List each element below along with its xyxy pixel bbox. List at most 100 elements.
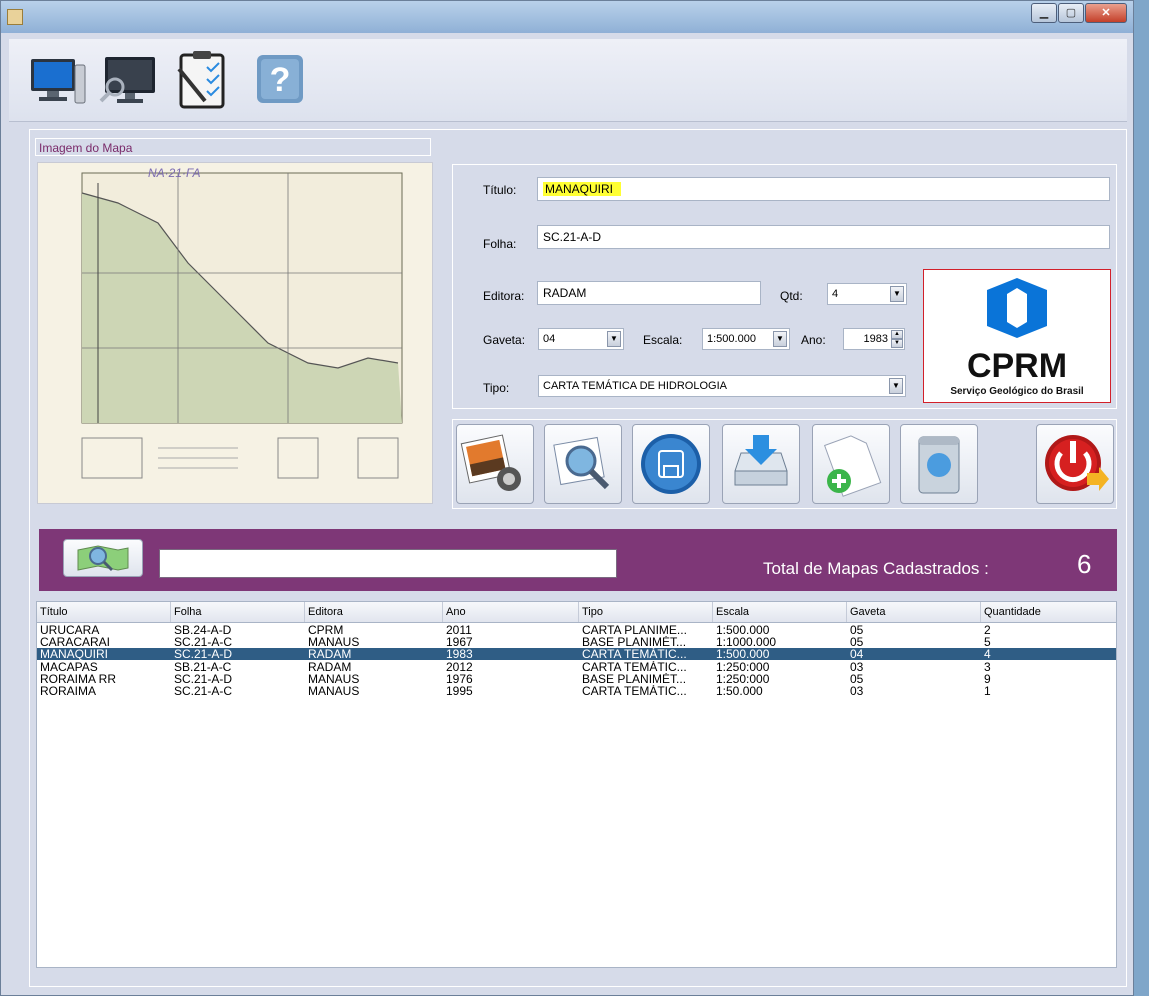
table-cell: 03 xyxy=(850,685,864,697)
table-row[interactable]: MACAPAS SB.21-A-C RADAM 2012 CARTA TEMÁTIC..… xyxy=(37,661,1116,673)
table-cell: 1976 xyxy=(446,672,473,685)
chevron-down-icon[interactable]: ▼ xyxy=(773,331,787,347)
column-header[interactable]: Gaveta xyxy=(847,602,981,622)
search-input[interactable] xyxy=(159,549,617,578)
exit-button[interactable] xyxy=(1036,424,1114,504)
search-magnifier-icon xyxy=(553,436,610,490)
column-header[interactable]: Título xyxy=(37,602,171,622)
maximize-icon[interactable]: ▢ xyxy=(1058,3,1084,23)
app-icon xyxy=(7,9,23,25)
tipo-value: CARTA TEMÁTICA DE HIDROLOGIA xyxy=(543,380,727,392)
main-window: ▁ ▢ ✕ ? Imagem do Mapa NA·21·FA Título: … xyxy=(0,0,1134,996)
download-button[interactable] xyxy=(722,424,800,504)
table-cell: 2011 xyxy=(446,624,472,636)
table-cell: MANAQUIRI xyxy=(40,648,109,661)
new-document-button[interactable] xyxy=(812,424,890,504)
titulo-label: Título: xyxy=(483,183,517,197)
column-header[interactable]: Escala xyxy=(713,602,847,622)
map-search-icon xyxy=(77,545,129,572)
table-cell: 1:500.000 xyxy=(716,648,770,661)
map-image-label: Imagem do Mapa xyxy=(35,138,431,156)
table-cell: 05 xyxy=(850,624,864,636)
ano-spinner[interactable]: 1983 ▲ ▼ xyxy=(843,328,905,350)
column-header[interactable]: Folha xyxy=(171,602,305,622)
cprm-logo-mark: CPRM Serviço Geológico do Brasil xyxy=(950,278,1084,397)
editora-field[interactable]: RADAM xyxy=(537,281,761,305)
table-row[interactable]: MANAQUIRI SC.21-A-D RADAM 1983 CARTA TEMÁTIC… xyxy=(37,648,1116,661)
chevron-down-icon[interactable]: ▼ xyxy=(607,331,621,347)
table-cell: 1 xyxy=(984,685,991,697)
maps-table: Título Folha Editora Ano Tipo Escala Gaveta Qua… xyxy=(36,601,1117,968)
table-cell: 2 xyxy=(984,624,991,636)
gaveta-value: 04 xyxy=(543,333,556,345)
table-cell: CARACARAI xyxy=(40,636,111,649)
table-cell: 5 xyxy=(984,636,991,649)
table-cell: RORAIMA RR xyxy=(40,672,117,685)
cprm-logo-subtitle: Serviço Geológico do Brasil xyxy=(950,386,1084,397)
table-cell: 4 xyxy=(984,648,991,661)
table-cell: CARTA TEMÁTIC... xyxy=(582,685,687,697)
table-cell: 05 xyxy=(850,672,864,685)
escala-value: 1:500.000 xyxy=(707,333,756,345)
title-bar[interactable]: ▁ ▢ ✕ xyxy=(1,1,1133,33)
load-image-button[interactable] xyxy=(456,424,534,504)
table-cell: SC.21-A-C xyxy=(174,636,233,649)
gaveta-label: Gaveta: xyxy=(483,333,526,347)
column-header[interactable]: Tipo xyxy=(579,602,713,622)
table-row[interactable]: CARACARAI SC.21-A-C MANAUS 1967 BASE PLANIMÉ… xyxy=(37,636,1116,648)
table-cell: 1995 xyxy=(446,685,473,697)
table-row[interactable]: RORAIMA RR SC.21-A-D MANAUS 1976 BASE PLANIM… xyxy=(37,673,1116,685)
ano-value: 1983 xyxy=(863,333,888,345)
table-row[interactable]: URUCARA SB.24-A-D CPRM 2011 CARTA PLANIME...… xyxy=(37,624,1116,636)
action-bar xyxy=(452,419,1117,509)
table-cell: CARTA PLANIME... xyxy=(582,624,687,636)
help-icon[interactable]: ? xyxy=(245,49,307,109)
table-cell: MANAUS xyxy=(308,672,360,685)
gaveta-select[interactable]: 04 ▼ xyxy=(538,328,624,350)
folha-field[interactable]: SC.21-A-D xyxy=(537,225,1110,249)
save-button[interactable] xyxy=(632,424,710,504)
spinner-up-icon[interactable]: ▲ xyxy=(891,330,903,339)
column-header[interactable]: Quantidade xyxy=(981,602,1116,622)
table-cell: 3 xyxy=(984,660,991,673)
qtd-value: 4 xyxy=(832,288,839,300)
download-tray-icon xyxy=(734,435,788,486)
column-header[interactable]: Ano xyxy=(443,602,579,622)
svg-text:?: ? xyxy=(270,61,291,99)
table-cell: MANAUS xyxy=(308,636,360,649)
tipo-select[interactable]: CARTA TEMÁTICA DE HIDROLOGIA ▼ xyxy=(538,375,906,397)
editora-label: Editora: xyxy=(483,289,525,303)
table-cell: MACAPAS xyxy=(40,660,98,673)
table-cell: SC.21-A-D xyxy=(174,648,233,661)
table-row[interactable]: RORAIMA SC.21-A-C MANAUS 1995 CARTA TEMÁTIC.… xyxy=(37,685,1116,697)
table-cell: 2012 xyxy=(446,660,473,673)
spinner-down-icon[interactable]: ▼ xyxy=(891,339,903,348)
table-cell: RADAM xyxy=(308,648,352,661)
table-cell: BASE PLANIMÉT... xyxy=(582,672,687,685)
minimize-icon[interactable]: ▁ xyxy=(1031,3,1057,23)
chevron-down-icon[interactable]: ▼ xyxy=(889,378,903,394)
table-cell: 1:250:000 xyxy=(716,660,770,673)
table-cell: 04 xyxy=(850,648,864,661)
table-cell: SC.21-A-D xyxy=(174,672,233,685)
table-cell: 1:250:000 xyxy=(716,672,770,685)
clipboard-checklist-icon[interactable] xyxy=(171,49,233,109)
column-header[interactable]: Editora xyxy=(305,602,443,622)
monitor-search-icon[interactable] xyxy=(97,49,159,109)
qtd-select[interactable]: 4 ▼ xyxy=(827,283,907,305)
table-cell: SB.24-A-D xyxy=(174,624,232,636)
search-map-button[interactable] xyxy=(544,424,622,504)
chevron-down-icon[interactable]: ▼ xyxy=(890,286,904,302)
escala-select[interactable]: 1:500.000 ▼ xyxy=(702,328,790,350)
titulo-field[interactable]: MANAQUIRI xyxy=(537,177,1110,201)
close-icon[interactable]: ✕ xyxy=(1085,3,1127,23)
table-cell: RADAM xyxy=(308,660,352,673)
search-button[interactable] xyxy=(63,539,143,577)
desktop-monitor-icon[interactable] xyxy=(27,49,89,109)
table-cell: BASE PLANIMÉT... xyxy=(582,636,687,649)
table-cell: CPRM xyxy=(308,624,344,636)
search-bar: Total de Mapas Cadastrados : 6 xyxy=(39,529,1117,591)
delete-button[interactable] xyxy=(900,424,978,504)
map-sheet-image: NA·21·FA xyxy=(38,163,432,503)
cprm-logo: CPRM Serviço Geológico do Brasil xyxy=(923,269,1111,403)
